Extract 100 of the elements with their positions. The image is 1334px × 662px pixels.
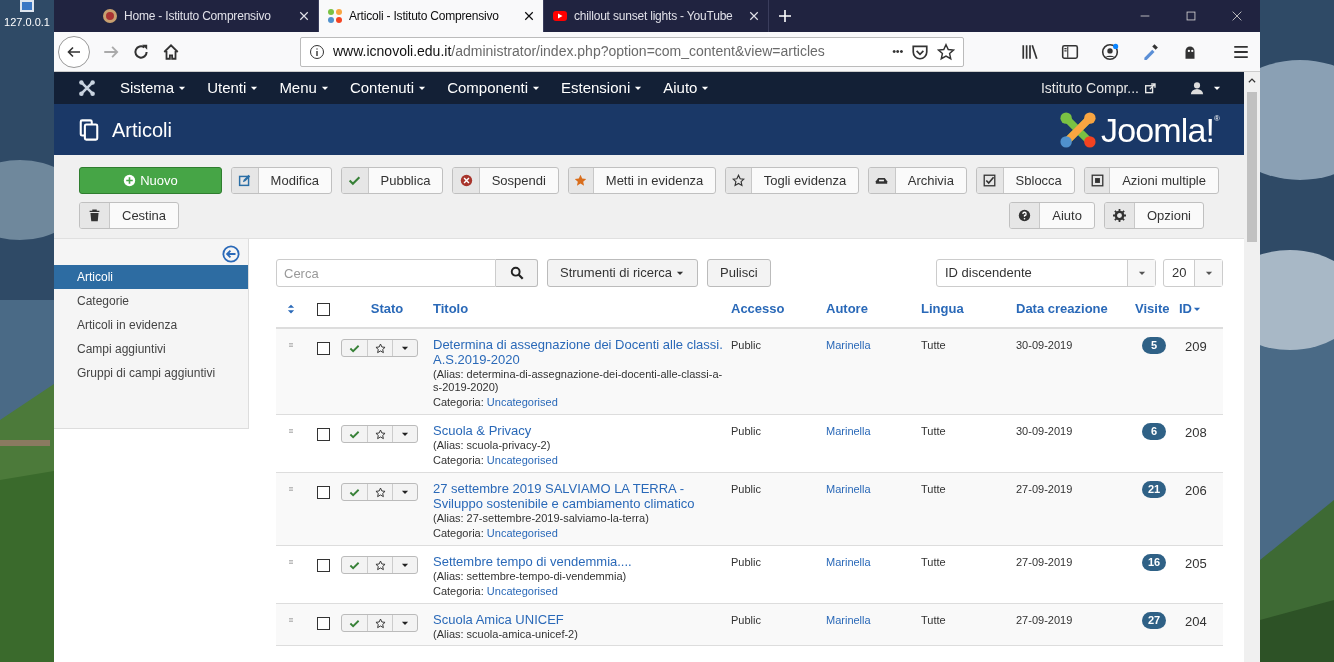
tab-title: Articoli - Istituto Comprensivo bbox=[349, 8, 500, 25]
sidebar-item[interactable]: Campi aggiuntivi bbox=[54, 337, 248, 361]
toolbar-button[interactable]: Metti in evidenza bbox=[567, 167, 717, 194]
author-link[interactable]: Marinella bbox=[826, 425, 871, 437]
menu-item[interactable]: Componenti bbox=[437, 72, 551, 104]
date-text: 27-09-2019 bbox=[1016, 556, 1073, 568]
column-header[interactable]: Data creazione bbox=[1016, 299, 1108, 319]
article-title-link[interactable]: Scuola Amica UNICEF bbox=[433, 612, 564, 627]
menu-item[interactable]: Aiuto bbox=[653, 72, 721, 104]
id-text: 206 bbox=[1185, 483, 1207, 498]
star-outline-icon bbox=[732, 174, 746, 187]
menu-item[interactable]: Sistema bbox=[110, 72, 198, 104]
column-header[interactable]: Titolo bbox=[433, 299, 469, 319]
address-bar[interactable]: www.icnovoli.edu.it/administrator/index.php?option=com_content&view=articles ••• bbox=[300, 36, 964, 67]
search-icon bbox=[509, 266, 524, 280]
column-header[interactable]: Autore bbox=[826, 299, 868, 319]
column-header[interactable]: ID bbox=[1179, 299, 1192, 319]
toolbar-button[interactable]: Archivia bbox=[868, 167, 967, 194]
logo-icon bbox=[327, 8, 343, 24]
toolbar-button[interactable]: Pubblica bbox=[341, 167, 444, 194]
back-button[interactable] bbox=[58, 35, 90, 68]
row-checkbox[interactable] bbox=[317, 617, 330, 630]
author-link[interactable]: Marinella bbox=[826, 556, 871, 568]
category-link[interactable]: Uncategorised bbox=[486, 454, 558, 466]
row-checkbox[interactable] bbox=[317, 486, 330, 499]
menu-item[interactable]: Menu bbox=[269, 72, 340, 104]
hits-badge: 16 bbox=[1141, 554, 1167, 571]
edit-icon bbox=[238, 174, 252, 187]
ordering-select[interactable]: ID discendente bbox=[936, 259, 1156, 287]
toolbar-button[interactable]: Azioni multiple bbox=[1083, 167, 1219, 194]
check-icon bbox=[348, 174, 362, 187]
sidebar-item[interactable]: Categorie bbox=[54, 289, 248, 313]
search-field[interactable]: Cerca bbox=[276, 259, 496, 287]
scrollbar-thumb[interactable] bbox=[1247, 92, 1257, 242]
id-text: 204 bbox=[1185, 614, 1207, 629]
limit-select[interactable]: 20 bbox=[1163, 259, 1223, 287]
menu-item[interactable]: Estensioni bbox=[551, 72, 654, 104]
toolbar-button[interactable]: Modifica bbox=[231, 167, 332, 194]
column-header[interactable]: Lingua bbox=[921, 299, 964, 319]
site-link[interactable]: Istituto Compr... bbox=[1040, 77, 1139, 99]
trash-icon bbox=[88, 209, 101, 222]
menu-item[interactable]: Contenuti bbox=[339, 72, 438, 104]
clear-button[interactable]: Pulisci bbox=[707, 259, 771, 287]
toolbar-button[interactable]: Aiuto bbox=[1009, 202, 1095, 229]
search-tools-button[interactable]: Strumenti di ricerca bbox=[547, 259, 698, 287]
column-header[interactable]: Stato bbox=[370, 299, 404, 319]
category-link[interactable]: Uncategorised bbox=[486, 585, 558, 597]
access-level: Public bbox=[731, 339, 761, 351]
toolbar-button[interactable]: Togli evidenza bbox=[725, 167, 860, 194]
info-icon bbox=[309, 43, 325, 60]
user-menu-button[interactable] bbox=[1190, 81, 1222, 95]
article-title-link[interactable]: Scuola & Privacy bbox=[433, 423, 532, 438]
column-header[interactable]: Accesso bbox=[731, 299, 785, 319]
category-link[interactable]: Uncategorised bbox=[486, 396, 558, 408]
star-outline-icon bbox=[374, 342, 386, 354]
toolbar-button[interactable]: Sospendi bbox=[452, 167, 559, 194]
select-all-checkbox[interactable] bbox=[317, 302, 330, 316]
article-title-link[interactable]: Determina di assegnazione dei Docenti alle classi. A.S.2019-2020 bbox=[433, 337, 723, 367]
category-label: Categoria: bbox=[433, 396, 484, 408]
row-checkbox[interactable] bbox=[317, 559, 330, 572]
scrollbar[interactable] bbox=[1244, 72, 1260, 662]
crest-icon bbox=[102, 8, 118, 24]
search-button[interactable] bbox=[496, 259, 538, 287]
article-title-link[interactable]: 27 settembre 2019 SALVIAMO LA TERRA - Sviluppo sostenibile e cambiamento climatico bbox=[433, 481, 723, 511]
toolbar-button[interactable]: Opzioni bbox=[1103, 202, 1204, 229]
account-icon bbox=[1101, 42, 1119, 61]
sidebar-item[interactable]: Articoli bbox=[54, 265, 248, 289]
author-link[interactable]: Marinella bbox=[826, 614, 871, 626]
library-icon bbox=[1021, 42, 1039, 61]
category-link[interactable]: Uncategorised bbox=[486, 527, 558, 539]
desktop-icon-label[interactable]: 127.0.0.1 bbox=[4, 17, 50, 28]
hits-badge: 21 bbox=[1141, 481, 1167, 498]
home-icon bbox=[162, 42, 180, 61]
author-link[interactable]: Marinella bbox=[826, 483, 871, 495]
copy-icon bbox=[78, 118, 100, 141]
hits-badge: 5 bbox=[1142, 337, 1166, 354]
language-text: Tutte bbox=[921, 614, 946, 626]
access-level: Public bbox=[731, 556, 761, 568]
author-link[interactable]: Marinella bbox=[826, 339, 871, 351]
menu-item[interactable]: Utenti bbox=[197, 72, 270, 104]
sidebar-item[interactable]: Gruppi di campi aggiuntivi bbox=[54, 361, 248, 385]
date-text: 30-09-2019 bbox=[1016, 425, 1073, 437]
row-checkbox[interactable] bbox=[317, 342, 330, 355]
date-text: 30-09-2019 bbox=[1016, 339, 1073, 351]
article-title-link[interactable]: Settembre tempo di vendemmia.... bbox=[433, 554, 632, 569]
column-header[interactable]: Visite bbox=[1135, 299, 1170, 319]
sidebar-item[interactable]: Articoli in evidenza bbox=[54, 313, 248, 337]
row-checkbox[interactable] bbox=[317, 428, 330, 441]
id-text: 208 bbox=[1185, 425, 1207, 440]
close-icon bbox=[748, 10, 760, 22]
toolbar-button[interactable]: Sblocca bbox=[976, 167, 1075, 194]
browser-tab[interactable]: Articoli - Istituto Comprensivo bbox=[319, 0, 544, 32]
maximize-icon bbox=[1184, 9, 1198, 23]
toolbar-button[interactable]: Cestina bbox=[79, 202, 180, 229]
more-actions-button[interactable]: ••• bbox=[892, 43, 903, 60]
language-text: Tutte bbox=[921, 339, 946, 351]
close-icon bbox=[523, 10, 535, 22]
article-alias: (Alias: scuola-privacy-2) bbox=[433, 439, 551, 452]
language-text: Tutte bbox=[921, 556, 946, 568]
hits-badge: 6 bbox=[1142, 423, 1166, 440]
